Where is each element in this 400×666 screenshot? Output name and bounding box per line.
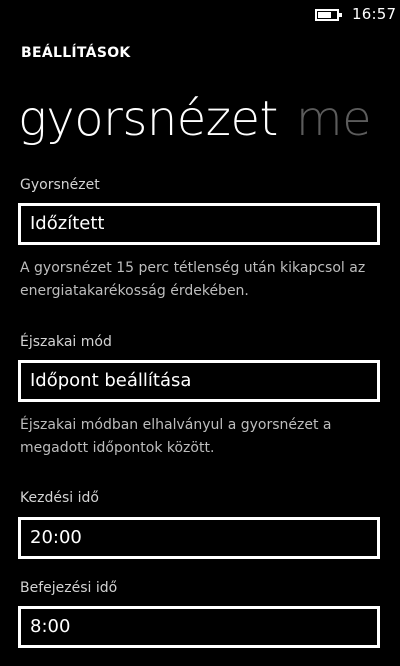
status-clock: 16:57	[352, 5, 397, 23]
night-mode-label: Éjszakai mód	[20, 334, 112, 350]
app-title: BEÁLLÍTÁSOK	[21, 45, 131, 61]
night-mode-help-text: Éjszakai módban elhalványul a gyorsnézet…	[20, 417, 332, 456]
start-time-field[interactable]: 20:00	[18, 517, 380, 559]
quickview-help-text: A gyorsnézet 15 perc tétlenség után kika…	[20, 260, 366, 299]
end-time-field[interactable]: 8:00	[18, 606, 380, 648]
end-time-label: Befejezési idő	[20, 580, 118, 596]
status-bar: 16:57	[0, 0, 400, 30]
battery-icon	[315, 9, 342, 21]
quickview-label: Gyorsnézet	[20, 177, 100, 193]
pivot-item-quickview[interactable]: gyorsnézet	[18, 91, 278, 147]
pivot-header: gyorsnézet me	[18, 84, 400, 154]
night-mode-picker[interactable]: Időpont beállítása	[18, 360, 380, 402]
start-time-label: Kezdési idő	[20, 490, 99, 506]
pivot-item-next[interactable]: me	[296, 91, 372, 147]
quickview-picker[interactable]: Időzített	[18, 203, 380, 245]
